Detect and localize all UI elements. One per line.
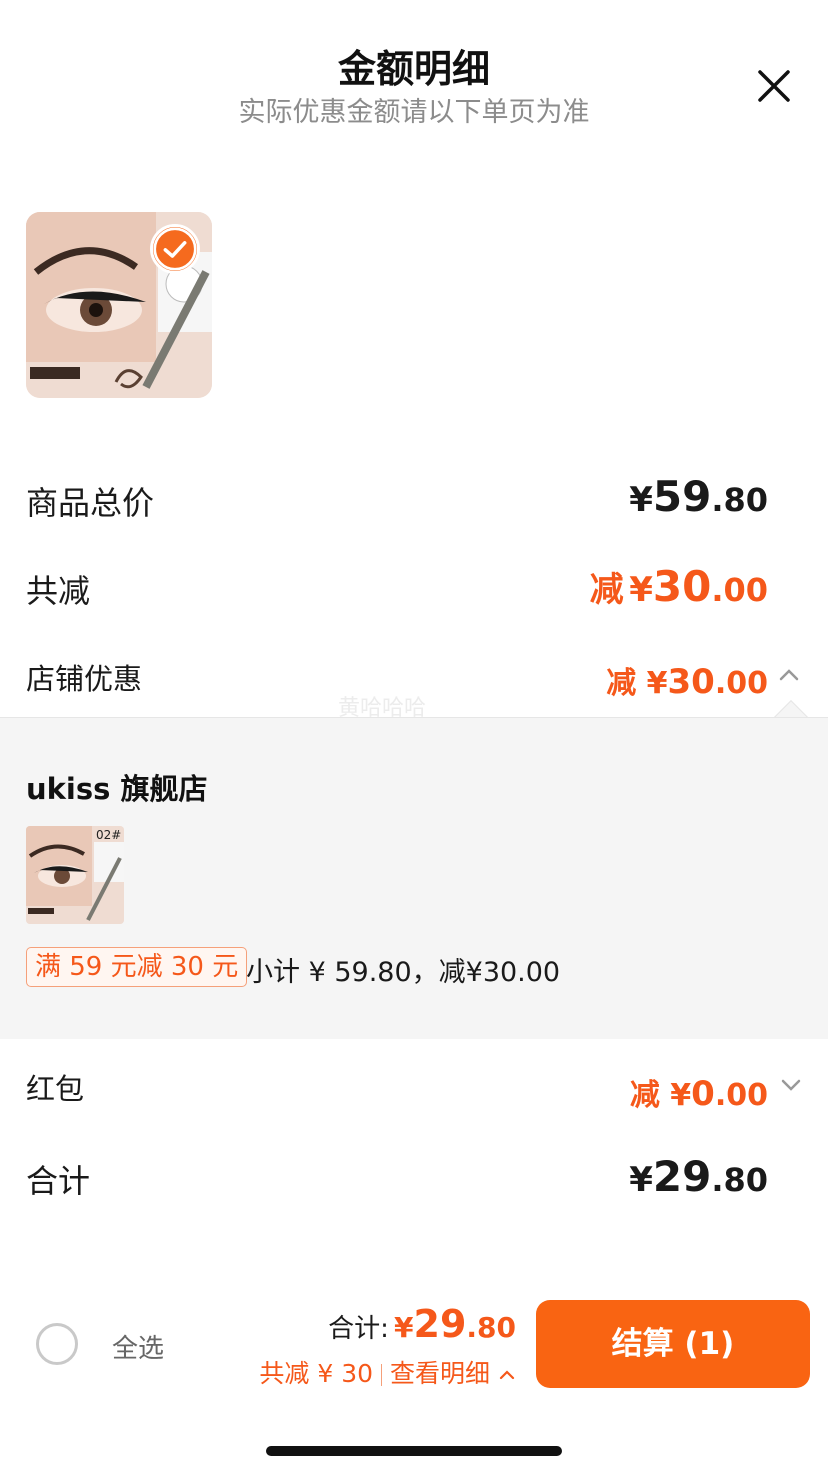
chevron-up-icon[interactable] [778,664,800,686]
shop-discount-value: 减 ¥30.00 [606,662,768,702]
page-title: 金额明细 [337,47,490,91]
page-subtitle: 实际优惠金额请以下单页为准 [238,97,590,128]
promo-tag: 满 59 元减 30 元 [26,947,248,987]
shop-subtotal: 小计 ¥ 59.80，减¥30.00 [246,957,561,988]
chevron-up-small-icon[interactable] [498,1366,516,1384]
view-detail-link[interactable]: 查看明细 [390,1359,490,1388]
red-packet-row[interactable]: 红包 减 ¥0.00 [26,1060,768,1120]
checkout-bar: 全选 合计: ¥29.80 共减 ¥ 30 查看明细 结算 (1) [0,1290,828,1400]
sum-label: 合计 [26,1162,91,1200]
footer-discount-text: 共减 ¥ 30 [259,1359,374,1388]
footer-total: 合计: ¥29.80 [328,1302,516,1346]
sum-value: ¥29.80 [629,1152,768,1201]
shop-name: ukiss 旗舰店 [26,772,208,806]
total-reduce-row: 共减 减 ¥30.00 [26,558,768,618]
total-reduce-value: 减 ¥30.00 [589,562,768,611]
total-price-label: 商品总价 [26,484,155,522]
sum-row: 合计 ¥29.80 [26,1150,768,1210]
header: 金额明细 实际优惠金额请以下单页为准 [0,0,828,140]
selected-check-icon[interactable] [150,224,200,274]
shop-discount-label: 店铺优惠 [26,662,143,696]
home-indicator [266,1446,562,1456]
total-price-value: ¥59.80 [629,472,768,521]
panel-product-thumbnail: 02# [26,826,124,924]
red-packet-value: 减 ¥0.00 [629,1074,768,1114]
chevron-down-icon[interactable] [780,1074,802,1096]
total-reduce-label: 共减 [26,572,91,610]
checkout-button[interactable]: 结算 (1) [536,1300,810,1388]
shop-discount-panel: ukiss 旗舰店 02# 满 59 元减 30 元 小计 ¥ 59.80，减¥… [0,717,828,1039]
panel-thumb-label: 02# [96,828,122,842]
select-all-radio[interactable] [36,1323,78,1365]
footer-discount: 共减 ¥ 30 查看明细 [259,1354,516,1390]
select-all-label[interactable]: 全选 [112,1328,164,1365]
red-packet-label: 红包 [26,1072,85,1106]
total-price-row: 商品总价 ¥59.80 [26,470,768,530]
close-icon[interactable] [754,66,794,106]
